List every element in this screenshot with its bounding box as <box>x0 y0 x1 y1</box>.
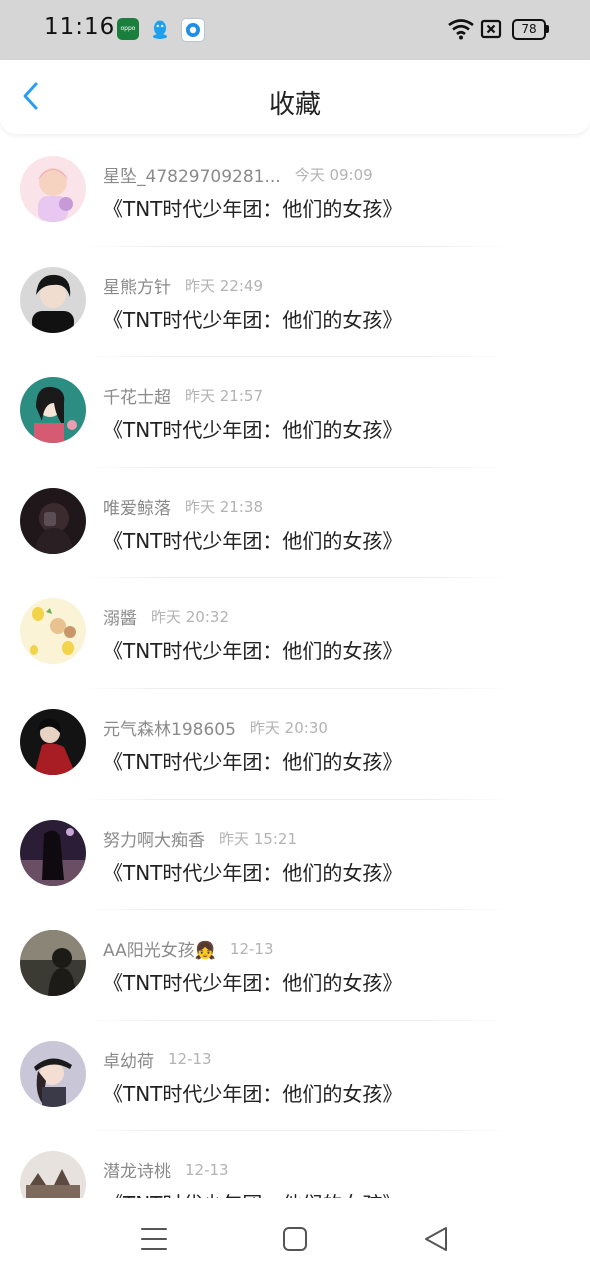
list-item[interactable]: 元气森林198605 昨天 20:30 《TNT时代少年团：他们的女孩》 <box>0 689 590 800</box>
item-meta: 溺醬 昨天 20:32 <box>103 604 229 629</box>
user-name[interactable]: 溺醬 <box>103 609 137 629</box>
user-name[interactable]: 努力啊大痴香 <box>103 831 205 851</box>
user-name[interactable]: 唯爱鲸落 <box>103 499 171 519</box>
list-item[interactable]: 潜龙诗桃 12-13 《TNT时代少年团：他们的女孩》 <box>0 1131 590 1198</box>
item-meta: 星熊方针 昨天 22:49 <box>103 273 263 298</box>
list-item[interactable]: 星坠_47829709281... 今天 09:09 《TNT时代少年团：他们的女… <box>0 136 590 247</box>
avatar <box>20 487 86 554</box>
item-time: 12-13 <box>229 939 274 958</box>
menu-icon[interactable] <box>137 1222 171 1256</box>
item-title: 《TNT时代少年团：他们的女孩》 <box>103 418 403 443</box>
user-name[interactable]: AA阳光女孩👧 <box>103 941 216 961</box>
item-time: 今天 09:09 <box>294 166 373 184</box>
item-time: 昨天 21:38 <box>185 497 263 516</box>
status-bar: 11:16 oppo 78 <box>0 0 590 60</box>
item-meta: 卓幼荷 12-13 <box>103 1047 212 1072</box>
avatar <box>20 156 86 222</box>
avatar <box>20 819 86 886</box>
user-name[interactable]: 卓幼荷 <box>103 1052 154 1072</box>
user-name[interactable]: 潜龙诗桃 <box>103 1162 171 1182</box>
item-meta: AA阳光女孩👧 12-13 <box>103 936 274 962</box>
browser-icon <box>181 18 205 42</box>
list-item[interactable]: 唯爱鲸落 昨天 21:38 《TNT时代少年团：他们的女孩》 <box>0 468 590 579</box>
list-item[interactable]: 千花士超 昨天 21:57 《TNT时代少年团：他们的女孩》 <box>0 357 590 468</box>
item-title: 《TNT时代少年团：他们的女孩》 <box>103 528 403 553</box>
avatar <box>20 1040 86 1107</box>
item-title: 《TNT时代少年团：他们的女孩》 <box>103 749 403 774</box>
oppo-icon: oppo <box>117 18 139 40</box>
item-title: 《TNT时代少年团：他们的女孩》 <box>103 307 403 332</box>
list-item[interactable]: 溺醬 昨天 20:32 《TNT时代少年团：他们的女孩》 <box>0 578 590 689</box>
item-time: 昨天 21:57 <box>185 387 263 406</box>
item-title: 《TNT时代少年团：他们的女孩》 <box>103 197 403 221</box>
home-square-icon[interactable] <box>278 1222 312 1256</box>
avatar <box>20 930 86 997</box>
item-meta: 唯爱鲸落 昨天 21:38 <box>103 494 263 519</box>
no-sim-icon <box>480 19 502 39</box>
item-meta: 元气森林198605 昨天 20:30 <box>103 715 328 740</box>
back-triangle-icon[interactable] <box>420 1222 454 1256</box>
item-time: 12-13 <box>185 1160 229 1179</box>
favorites-list: 星坠_47829709281... 今天 09:09 《TNT时代少年团：他们的女… <box>0 136 590 1198</box>
battery-icon: 78 <box>512 19 546 40</box>
avatar <box>20 377 86 444</box>
battery-tip <box>546 25 549 33</box>
avatar <box>20 708 86 775</box>
item-meta: 努力啊大痴香 昨天 15:21 <box>103 826 297 851</box>
oppo-label: oppo <box>120 25 136 32</box>
avatar <box>20 1151 86 1198</box>
avatar <box>20 266 86 333</box>
header: 收藏 <box>0 60 590 134</box>
user-name[interactable]: 星坠_47829709281... <box>103 167 281 187</box>
list-item[interactable]: 星熊方针 昨天 22:49 《TNT时代少年团：他们的女孩》 <box>0 247 590 358</box>
item-time: 昨天 22:49 <box>185 276 263 295</box>
item-meta: 潜龙诗桃 12-13 <box>103 1157 229 1183</box>
wifi-icon <box>448 19 474 40</box>
battery-level: 78 <box>521 22 537 36</box>
list-item[interactable]: 努力啊大痴香 昨天 15:21 《TNT时代少年团：他们的女孩》 <box>0 800 590 911</box>
item-time: 昨天 20:32 <box>151 608 229 627</box>
item-meta: 星坠_47829709281... 今天 09:09 <box>103 162 373 187</box>
screen: 11:16 oppo 78 收藏 星坠_47829709281... 今天 09… <box>0 0 590 1280</box>
item-time: 12-13 <box>168 1050 212 1069</box>
user-name[interactable]: 星熊方针 <box>103 278 171 298</box>
item-title: 《TNT时代少年团：他们的女孩》 <box>103 639 403 664</box>
qq-icon <box>153 20 167 39</box>
list-item[interactable]: 卓幼荷 12-13 《TNT时代少年团：他们的女孩》 <box>0 1021 590 1132</box>
item-title: 《TNT时代少年团：他们的女孩》 <box>103 1188 402 1198</box>
page-title: 收藏 <box>268 90 321 120</box>
item-title: 《TNT时代少年团：他们的女孩》 <box>103 860 403 885</box>
user-name[interactable]: 千花士超 <box>103 388 171 408</box>
list-item[interactable]: AA阳光女孩👧 12-13 《TNT时代少年团：他们的女孩》 <box>0 910 590 1021</box>
item-time: 昨天 15:21 <box>219 829 297 848</box>
item-meta: 千花士超 昨天 21:57 <box>103 383 263 408</box>
avatar <box>20 598 86 665</box>
item-title: 《TNT时代少年团：他们的女孩》 <box>103 1081 403 1106</box>
user-name[interactable]: 元气森林198605 <box>103 720 236 740</box>
item-title: 《TNT时代少年团：他们的女孩》 <box>103 971 403 996</box>
navigation-bar <box>0 1198 590 1280</box>
status-time: 11:16 <box>44 14 116 40</box>
item-time: 昨天 20:30 <box>249 718 328 737</box>
